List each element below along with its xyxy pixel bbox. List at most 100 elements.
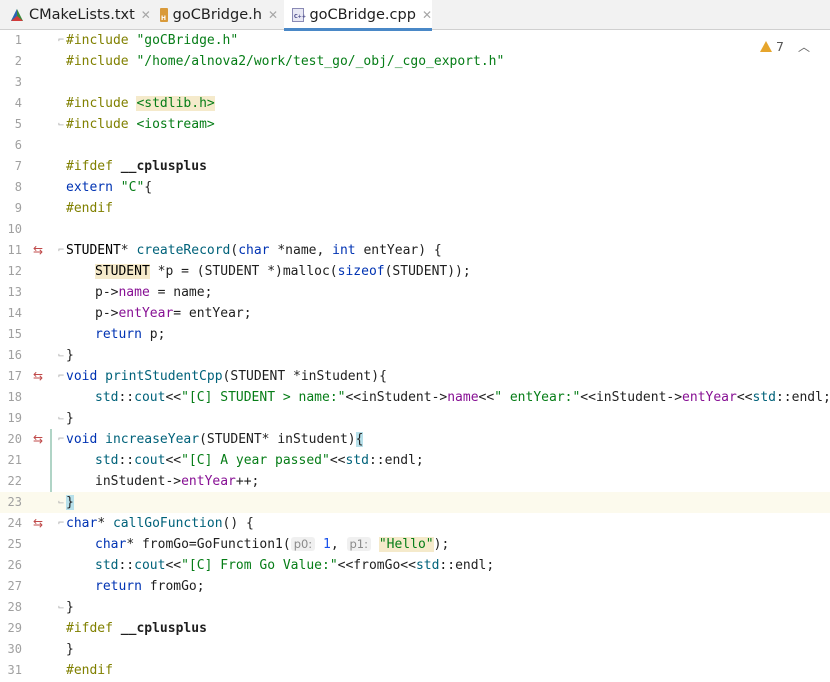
code-text: #ifdef __cplusplus [66,621,207,636]
line-number: 1 [14,33,22,47]
code-text: extern "C"{ [66,180,153,195]
code-text: #endif [66,663,113,678]
line-number: 26 [7,558,22,572]
close-icon[interactable]: ✕ [141,9,151,21]
code-text: } [66,495,74,510]
tab-gocbridge-h[interactable]: H goCBridge.h ✕ [160,0,278,30]
code-text: } [66,642,74,657]
line-number: 19 [7,411,22,425]
code-line: 28 ⌙ } [0,597,830,618]
line-number: 27 [7,579,22,593]
code-text: #include <stdlib.h> [66,96,215,111]
code-line: 16 ⌙ } [0,345,830,366]
code-text: void printStudentCpp(STUDENT *inStudent)… [66,369,387,384]
related-symbol-icon[interactable]: ⇆ [33,366,47,387]
code-text: p->entYear= entYear; [95,306,252,321]
close-icon[interactable]: ✕ [268,9,278,21]
line-number: 5 [14,117,22,131]
line-number: 13 [7,285,22,299]
line-number: 12 [7,264,22,278]
parameter-hint: p1: [346,537,371,551]
code-line: 6 [0,135,830,156]
code-line: 11 ⇆ ⌐ STUDENT* createRecord(char *name,… [0,240,830,261]
code-text: #include <iostream> [66,117,215,132]
line-number: 15 [7,327,22,341]
code-text: p->name = name; [95,285,213,300]
code-text: std::cout<<"[C] A year passed"<<std::end… [95,453,424,468]
code-line: 14 p->entYear= entYear; [0,303,830,324]
code-line: 17 ⇆ ⌐ void printStudentCpp(STUDENT *inS… [0,366,830,387]
code-line: 7 #ifdef __cplusplus [0,156,830,177]
line-number: 14 [7,306,22,320]
code-line: 27 return fromGo; [0,576,830,597]
tab-label: CMakeLists.txt [29,7,135,23]
code-text: std::cout<<"[C] STUDENT > name:"<<inStud… [95,390,830,405]
line-number: 30 [7,642,22,656]
close-icon[interactable]: ✕ [422,9,432,21]
code-text: char* callGoFunction() { [66,516,254,531]
line-number: 23 [7,495,22,509]
code-line: 5 ⌙ #include <iostream> [0,114,830,135]
line-number: 10 [7,222,22,236]
code-line: 29 #ifdef __cplusplus [0,618,830,639]
code-line: 22 inStudent->entYear++; [0,471,830,492]
code-text: char* fromGo=GoFunction1(p0: 1, p1: "Hel… [95,537,450,552]
code-line: 20 ⇆ ⌐ void increaseYear(STUDENT* inStud… [0,429,830,450]
code-line: 25 char* fromGo=GoFunction1(p0: 1, p1: "… [0,534,830,555]
tab-label: goCBridge.h [172,7,262,23]
related-symbol-icon[interactable]: ⇆ [33,513,47,534]
code-text: } [66,600,74,615]
code-line: 26 std::cout<<"[C] From Go Value:"<<from… [0,555,830,576]
line-number: 2 [14,54,22,68]
code-editor[interactable]: 7 ︿ 1 ⌐ #include "goCBridge.h" 2 #includ… [0,30,830,682]
code-text: #include "/home/alnova2/work/test_go/_ob… [66,54,505,69]
line-number: 18 [7,390,22,404]
code-text: STUDENT *p = (STUDENT *)malloc(sizeof(ST… [95,264,471,279]
line-number: 6 [14,138,22,152]
tab-cmakelists[interactable]: CMakeLists.txt ✕ [10,0,152,30]
line-number: 8 [14,180,22,194]
line-number: 11 [7,243,22,257]
cmake-icon [10,8,24,22]
code-text: std::cout<<"[C] From Go Value:"<<fromGo<… [95,558,495,573]
code-text: #endif [66,201,113,216]
line-number: 4 [14,96,22,110]
code-text: } [66,348,74,363]
code-line: 31 #endif [0,660,830,681]
line-number: 25 [7,537,22,551]
line-number: 17 [7,369,22,383]
code-line: 3 [0,72,830,93]
code-line: 19 ⌙ } [0,408,830,429]
code-text: STUDENT* createRecord(char *name, int en… [66,243,442,258]
editor-tab-bar: CMakeLists.txt ✕ H goCBridge.h ✕ C++ goC… [0,0,830,31]
cpp-file-icon: C++ [292,8,306,22]
line-number: 29 [7,621,22,635]
tab-gocbridge-cpp[interactable]: C++ goCBridge.cpp ✕ [284,0,432,31]
line-number: 24 [7,516,22,530]
code-line: 15 return p; [0,324,830,345]
code-line: 4 #include <stdlib.h> [0,93,830,114]
related-symbol-icon[interactable]: ⇆ [33,240,47,261]
code-line: 10 [0,219,830,240]
code-line: 8 extern "C"{ [0,177,830,198]
code-text: void increaseYear(STUDENT* inStudent){ [66,432,364,447]
code-text: } [66,411,74,426]
code-text: #ifdef __cplusplus [66,159,207,174]
parameter-hint: p0: [290,537,316,551]
line-number: 7 [14,159,22,173]
code-line: 13 p->name = name; [0,282,830,303]
tab-label: goCBridge.cpp [309,7,416,23]
line-number: 16 [7,348,22,362]
code-text: return p; [95,327,166,342]
code-line: 21 std::cout<<"[C] A year passed"<<std::… [0,450,830,471]
code-line: 2 #include "/home/alnova2/work/test_go/_… [0,51,830,72]
line-number: 31 [7,663,22,677]
line-number: 9 [14,201,22,215]
related-symbol-icon[interactable]: ⇆ [33,429,47,450]
line-number: 20 [7,432,22,446]
code-line: 24 ⇆ ⌐ char* callGoFunction() { [0,513,830,534]
code-text: inStudent->entYear++; [95,474,260,489]
code-line: 9 #endif [0,198,830,219]
line-number: 22 [7,474,22,488]
line-number: 21 [7,453,22,467]
